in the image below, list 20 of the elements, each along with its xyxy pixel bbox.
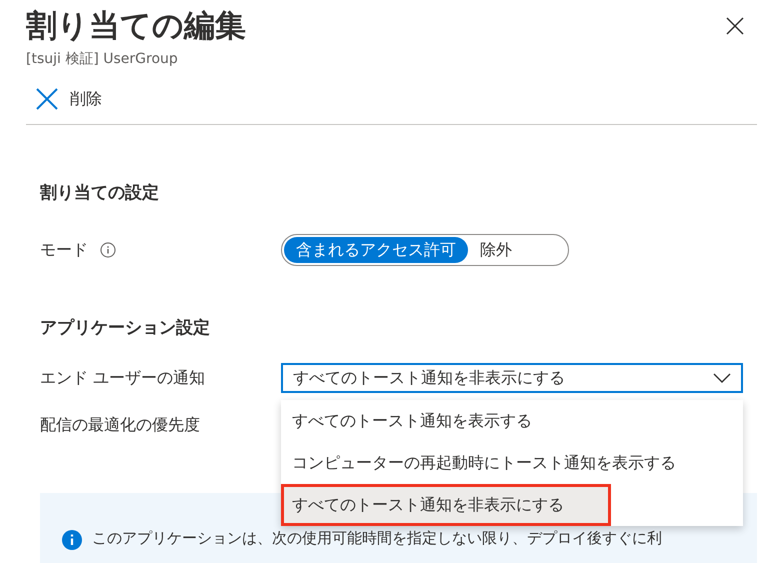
info-icon[interactable]: [100, 242, 116, 258]
notification-dropdown[interactable]: すべてのトースト通知を非表示にする: [281, 363, 743, 393]
close-icon[interactable]: [726, 17, 744, 35]
section-heading: 割り当ての設定: [40, 182, 159, 204]
mode-option[interactable]: 除外: [468, 237, 524, 263]
dropdown-option[interactable]: すべてのトースト通知を表示する: [281, 400, 743, 442]
dropdown-option[interactable]: コンピューターの再起動時にトースト通知を表示する: [281, 442, 743, 484]
field-label: 配信の最適化の優先度: [40, 415, 200, 436]
delete-button[interactable]: 削除: [26, 81, 112, 117]
info-message: このアプリケーションは、次の使用可能時間を指定しない限り、デプロイ後すぐに利: [92, 529, 662, 549]
panel-title: 割り当ての編集: [26, 7, 246, 46]
panel-subtitle: [tsuji 検証] UserGroup: [26, 50, 178, 68]
field-label: モード: [40, 240, 88, 260]
x-icon: [36, 88, 58, 110]
field-label: エンド ユーザーの通知: [40, 368, 206, 388]
info-icon: [62, 530, 82, 550]
mode-option[interactable]: 含まれるアクセス許可: [284, 237, 468, 263]
chevron-down-icon: [713, 373, 731, 383]
section-heading: アプリケーション設定: [40, 317, 210, 339]
dropdown-option[interactable]: すべてのトースト通知を非表示にする: [281, 484, 611, 526]
